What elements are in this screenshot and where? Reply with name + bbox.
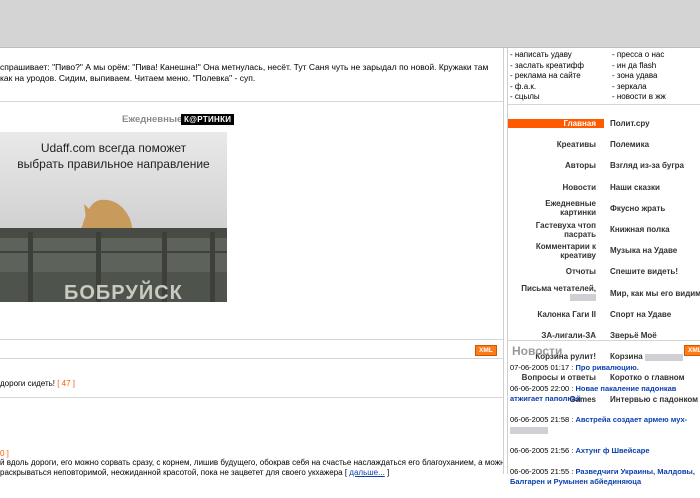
- link-faq[interactable]: - ф.а.к.: [510, 82, 584, 93]
- menu-abroad[interactable]: Взгляд из-за бугра: [604, 161, 700, 170]
- feed-item-2-line-1: й вдоль дороги, его можно сорвать сразу,…: [0, 458, 503, 467]
- xml-feed-button[interactable]: XML: [475, 345, 497, 356]
- horse-truck-illustration: БОБРУЙСК: [0, 199, 227, 302]
- daily-pictures-badge[interactable]: К@РТИНКИ: [181, 114, 235, 125]
- link-links[interactable]: - сцылы: [510, 92, 584, 103]
- menu-music[interactable]: Музыка на Удаве: [604, 246, 700, 255]
- link-send-creative[interactable]: - заслать креатифф: [510, 61, 584, 72]
- menu-animals[interactable]: Зверьё Моё: [604, 331, 700, 340]
- menu-basket-label: Корзина: [610, 352, 643, 362]
- story-excerpt: спрашивает: "Пиво?" А мы орём: "Пива! Ка…: [0, 62, 495, 84]
- browser-top-bar: [0, 0, 700, 48]
- menu-world[interactable]: Мир, как мы его видим: [604, 289, 700, 298]
- menu-row: Письма четателей, Мир, как мы его видим: [508, 283, 700, 304]
- story-line-1: спрашивает: "Пиво?" А мы орём: "Пива! Ка…: [0, 62, 489, 72]
- feed-item-1-text: дороги сидеть!: [0, 379, 55, 388]
- news-date: 06-06-2005 22:00 :: [510, 384, 574, 393]
- story-line-2: как на уродов. Сидим, выпиваем. Читаем м…: [0, 73, 256, 83]
- top-links-right: - пресса о нас - ин да flash - зона удав…: [612, 50, 666, 103]
- divider: [0, 397, 503, 398]
- divider: [0, 339, 503, 340]
- divider: [0, 358, 503, 359]
- menu-row: Калонка Гаги II Спорт на Удаве: [508, 304, 700, 325]
- link-press[interactable]: - пресса о нас: [612, 50, 666, 61]
- menu-row: Отчоты Спешите видеть!: [508, 261, 700, 282]
- menu-letters-label: Письма четателей,: [521, 284, 596, 294]
- link-udav-zone[interactable]: - зона удава: [612, 71, 666, 82]
- news-date: 06-06-2005 21:58 :: [510, 415, 574, 424]
- menu-row: Креативы Полемика: [508, 134, 700, 155]
- news-item: 06-06-2005 21:58 : Австрейа создает арме…: [510, 415, 700, 435]
- menu-must-see[interactable]: Спешите видеть!: [604, 267, 700, 276]
- daily-picture[interactable]: Udaff.com всегда поможет выбрать правиль…: [0, 132, 227, 302]
- menu-guestbook[interactable]: Гастевуха чтоп пасрать: [508, 221, 604, 239]
- news-title: Новости: [512, 344, 563, 358]
- menu-reports[interactable]: Отчоты: [508, 267, 604, 276]
- menu-row: Новости Наши сказки: [508, 177, 700, 198]
- daily-pictures-title: Ежедневные: [122, 114, 183, 125]
- menu-polemics[interactable]: Полемика: [604, 140, 700, 149]
- menu-row: Ежедневные картинки Фкусно жрать: [508, 198, 700, 219]
- divider: [0, 101, 503, 102]
- news-item: 06-06-2005 21:56 : Ахтунг ф Швейсаре: [510, 446, 700, 456]
- menu-comments[interactable]: Комментарии к креативу: [508, 242, 604, 260]
- bracket: ]: [387, 468, 390, 477]
- menu-news[interactable]: Новости: [508, 183, 604, 192]
- redacted: [510, 426, 548, 434]
- menu-row: Авторы Взгляд из-за бугра: [508, 155, 700, 176]
- comment-count[interactable]: [ 47 ]: [57, 379, 75, 388]
- redacted: [644, 353, 683, 361]
- news-xml-button[interactable]: XML: [684, 345, 700, 356]
- feed-item-1: дороги сидеть! [ 47 ]: [0, 379, 75, 389]
- news-date: 06-06-2005 21:56 :: [510, 446, 574, 455]
- feed-item-2-text: й вдоль дороги, его можно сорвать сразу,…: [0, 458, 503, 478]
- link-flash[interactable]: - ин да flash: [612, 61, 666, 72]
- menu-daily-pictures[interactable]: Ежедневные картинки: [508, 199, 604, 217]
- news-item: 06-06-2005 22:00 : Новае пакаление падон…: [510, 384, 700, 404]
- news-link[interactable]: Ахтунг ф Швейсаре: [575, 446, 649, 455]
- menu-gaga[interactable]: Калонка Гаги II: [508, 310, 604, 319]
- menu-polit[interactable]: Полит.сру: [604, 119, 700, 128]
- read-more-link[interactable]: дальше...: [349, 468, 385, 477]
- news-item: 07-06-2005 01:17 : Про ривалюцию.: [510, 363, 700, 373]
- menu-row: ЗА-лигали-ЗА Зверьё Моё: [508, 325, 700, 346]
- menu-tales[interactable]: Наши сказки: [604, 183, 700, 192]
- column-divider: [503, 48, 504, 474]
- news-date: 06-06-2005 21:55 :: [510, 467, 574, 476]
- menu-creatives[interactable]: Креативы: [508, 140, 604, 149]
- feed-item-2-line-2: раскрываться неповторимой, неожиданной к…: [0, 468, 348, 477]
- news-item: 06-06-2005 21:55 : Разведчиги Украины, М…: [510, 467, 700, 487]
- news-list: 07-06-2005 01:17 : Про ривалюцию. 06-06-…: [510, 363, 700, 498]
- divider: [508, 340, 700, 341]
- link-write-udav[interactable]: - написать удаву: [510, 50, 584, 61]
- menu-sport[interactable]: Спорт на Удаве: [604, 310, 700, 319]
- menu-za-ligali[interactable]: ЗА-лигали-ЗА: [508, 331, 604, 340]
- menu-bookshelf[interactable]: Книжная полка: [604, 225, 700, 234]
- top-links-left: - написать удаву - заслать креатифф - ре…: [510, 50, 584, 103]
- truck-text: БОБРУЙСК: [64, 280, 183, 302]
- menu-row: Комментарии к креативу Музыка на Удаве: [508, 240, 700, 261]
- menu-letters[interactable]: Письма четателей,: [508, 284, 604, 302]
- menu-authors[interactable]: Авторы: [508, 161, 604, 170]
- link-advertising[interactable]: - реклама на сайте: [510, 71, 584, 82]
- menu-row: Гастевуха чтоп пасрать Книжная полка: [508, 219, 700, 240]
- redacted: [570, 294, 596, 302]
- news-link[interactable]: Про ривалюцию.: [575, 363, 638, 372]
- news-link[interactable]: Австрейа создает армею мух-: [575, 415, 687, 424]
- divider: [508, 104, 700, 105]
- link-lj-news[interactable]: - новости в жж: [612, 92, 666, 103]
- menu-home[interactable]: Главная: [508, 119, 604, 129]
- menu-row: Главная Полит.сру: [508, 113, 700, 134]
- news-date: 07-06-2005 01:17 :: [510, 363, 574, 372]
- menu-food[interactable]: Фкусно жрать: [604, 204, 700, 213]
- link-mirrors[interactable]: - зеркала: [612, 82, 666, 93]
